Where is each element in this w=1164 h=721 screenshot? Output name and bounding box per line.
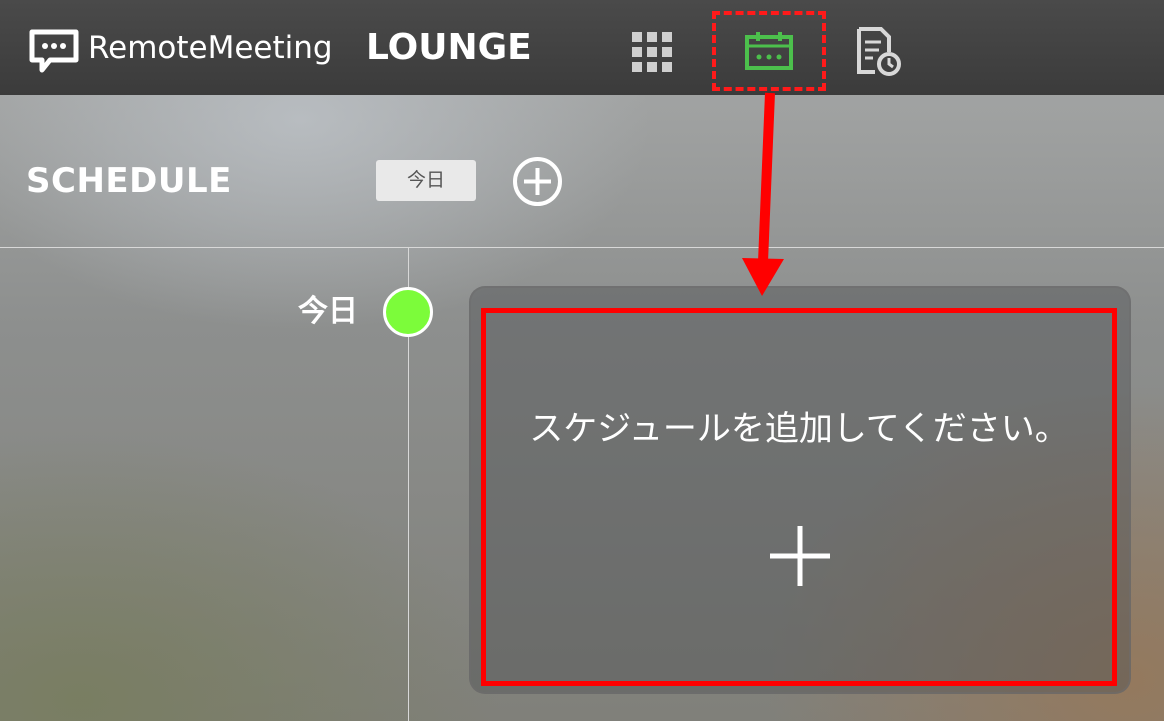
brand-name: RemoteMeeting bbox=[88, 30, 333, 66]
timeline-day-label: 今日 bbox=[298, 294, 358, 329]
annotation-highlight-box bbox=[481, 308, 1117, 686]
add-schedule-plus-circle-icon[interactable] bbox=[512, 156, 563, 207]
app-name: LOUNGE bbox=[366, 27, 532, 68]
calendar-icon bbox=[745, 32, 793, 70]
today-status-dot bbox=[383, 287, 433, 337]
nav-grid-icon[interactable] bbox=[628, 28, 676, 76]
schedule-title: SCHEDULE bbox=[26, 161, 232, 201]
nav-history-button[interactable] bbox=[852, 26, 904, 78]
nav-calendar-button[interactable] bbox=[712, 11, 826, 91]
chat-logo-icon bbox=[29, 29, 79, 73]
header-divider bbox=[0, 247, 1164, 248]
top-bar: RemoteMeeting LOUNGE bbox=[0, 0, 1164, 95]
history-document-icon bbox=[857, 27, 901, 76]
add-schedule-plus-icon[interactable] bbox=[768, 524, 832, 588]
today-button[interactable]: 今日 bbox=[376, 160, 476, 201]
empty-schedule-message: スケジュールを追加してください。 bbox=[529, 409, 1069, 449]
grid-icon bbox=[632, 32, 672, 72]
